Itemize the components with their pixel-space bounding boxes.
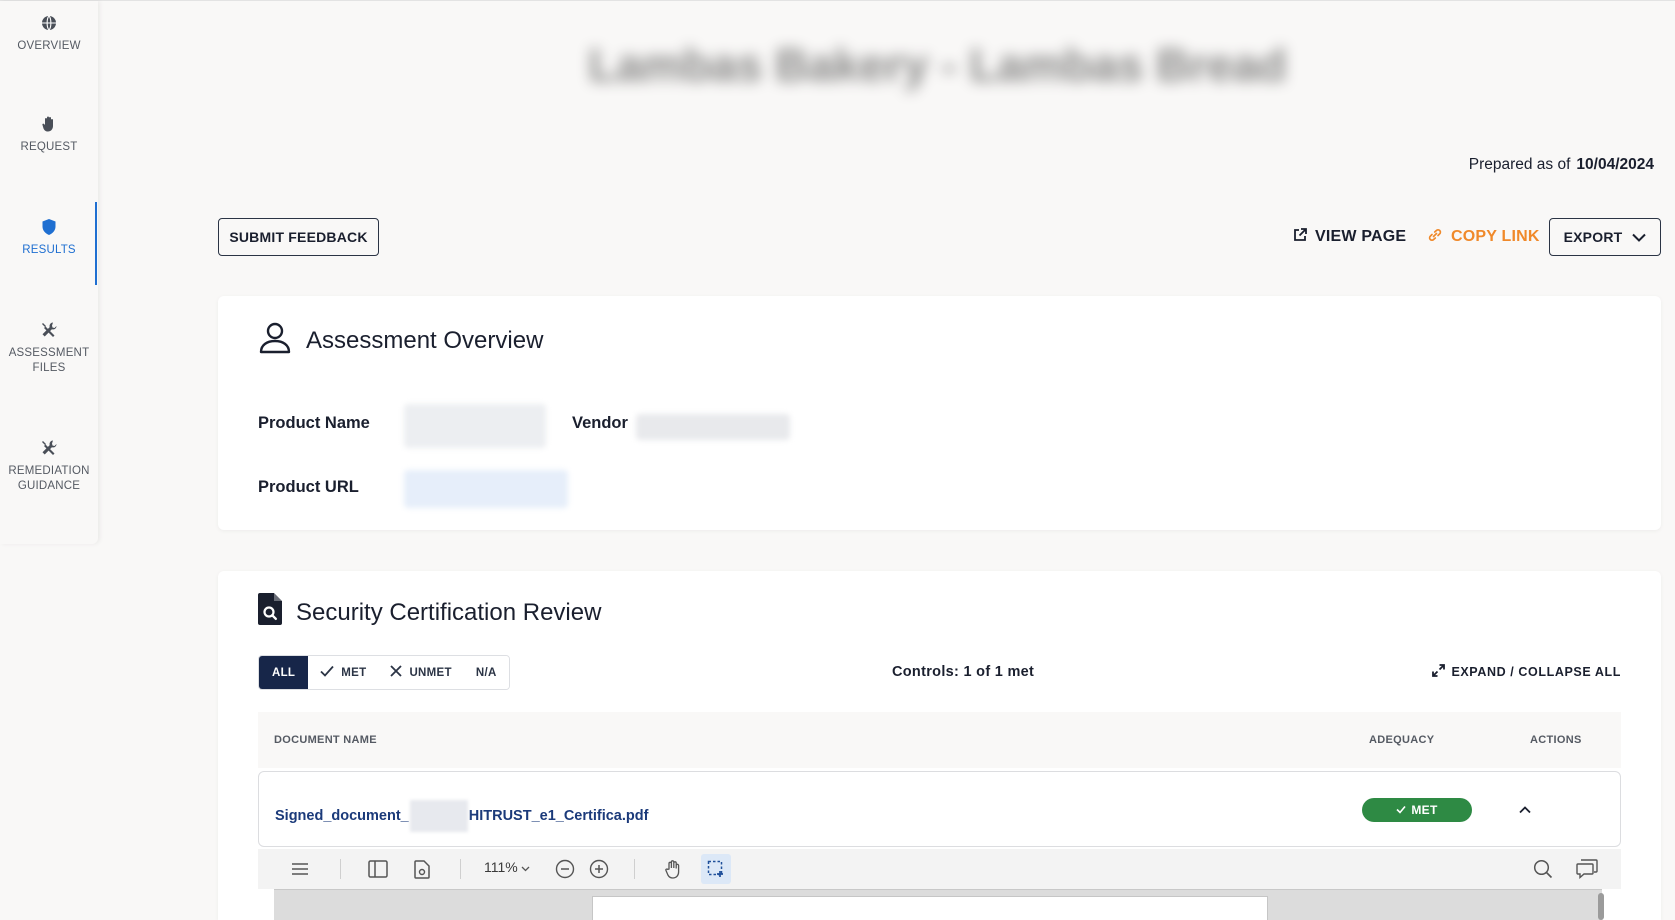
- column-adequacy: ADEQUACY: [1369, 734, 1435, 746]
- security-certification-review-card: Security Certification Review ALL MET UN…: [218, 571, 1661, 920]
- page-title-text: Lambas Bakery - Lambas Bread: [588, 39, 1287, 91]
- zoom-select[interactable]: 111%: [484, 859, 530, 875]
- close-icon: [390, 665, 403, 680]
- filter-unmet[interactable]: UNMET: [378, 656, 464, 689]
- filter-label: MET: [341, 666, 367, 679]
- status-badge: MET: [1362, 798, 1472, 822]
- sidebar-toggle-icon[interactable]: [367, 858, 389, 880]
- toolbar-divider: [340, 859, 341, 879]
- check-icon: [1396, 803, 1406, 817]
- security-certification-title: Security Certification Review: [296, 598, 602, 626]
- product-url-label: Product URL: [258, 478, 359, 496]
- sidebar-item-results[interactable]: RESULTS: [0, 217, 98, 258]
- prepared-date: Prepared as of 10/04/2024: [1469, 156, 1654, 174]
- vendor-label: Vendor: [572, 414, 628, 432]
- toolbar-divider: [460, 859, 461, 879]
- sidebar-item-label: REMEDIATION GUIDANCE: [8, 465, 90, 492]
- filter-na[interactable]: N/A: [463, 656, 509, 689]
- view-page-link[interactable]: VIEW PAGE: [1293, 226, 1406, 248]
- toolbar-divider: [634, 859, 635, 879]
- top-border: [0, 0, 1675, 1]
- tools-icon: [39, 320, 59, 340]
- table-row: Signed_document_ HITRUST_e1_Certifica.pd…: [258, 771, 1621, 847]
- check-icon: [320, 665, 334, 680]
- submit-feedback-button[interactable]: SUBMIT FEEDBACK: [218, 218, 379, 256]
- search-icon[interactable]: [1532, 858, 1554, 880]
- column-document-name: DOCUMENT NAME: [274, 734, 377, 746]
- pdf-page: [592, 896, 1268, 920]
- sidebar-item-remediation-guidance[interactable]: REMEDIATION GUIDANCE: [0, 438, 98, 494]
- external-link-icon: [1293, 227, 1307, 247]
- view-page-label: VIEW PAGE: [1315, 228, 1407, 245]
- sidebar-item-label: ASSESSMENT FILES: [8, 347, 90, 374]
- export-button[interactable]: EXPORT: [1549, 218, 1661, 256]
- expand-arrows-icon: [1432, 664, 1446, 680]
- document-name-redacted: [409, 800, 468, 832]
- zoom-level: 111%: [484, 859, 518, 875]
- pdf-scrollbar[interactable]: [1598, 893, 1604, 920]
- page-settings-icon[interactable]: [411, 858, 433, 880]
- assessment-overview-card: Assessment Overview Product Name Vendor …: [218, 296, 1661, 530]
- tools-icon: [39, 438, 59, 458]
- status-badge-label: MET: [1411, 803, 1438, 817]
- column-actions: ACTIONS: [1530, 734, 1582, 746]
- export-label: EXPORT: [1563, 229, 1623, 245]
- user-icon: [258, 320, 292, 361]
- chevron-down-icon: [1632, 229, 1647, 245]
- zoom-in-icon[interactable]: [588, 858, 610, 880]
- menu-icon[interactable]: [289, 858, 311, 880]
- zoom-out-icon[interactable]: [554, 858, 576, 880]
- prepared-label: Prepared as of: [1468, 156, 1571, 173]
- product-name-label: Product Name: [258, 414, 370, 432]
- pan-hand-icon[interactable]: [662, 858, 684, 880]
- product-name-value-redacted: [404, 404, 546, 448]
- sidebar: OVERVIEW REQUEST RESULTS ASSESSMENT FILE…: [0, 1, 98, 544]
- hand-icon: [39, 114, 59, 134]
- document-name-prefix: Signed_document_: [275, 808, 409, 824]
- pdf-viewer-toolbar: 111%: [258, 849, 1621, 889]
- shield-icon: [39, 217, 59, 237]
- sidebar-item-request[interactable]: REQUEST: [0, 114, 98, 155]
- filter-label: N/A: [475, 666, 497, 679]
- copy-link-label: COPY LINK: [1451, 228, 1540, 245]
- chevron-up-icon[interactable]: [1515, 800, 1535, 820]
- sidebar-item-assessment-files[interactable]: ASSESSMENT FILES: [0, 320, 98, 376]
- pdf-canvas[interactable]: [274, 889, 1602, 920]
- copy-link-button[interactable]: COPY LINK: [1427, 226, 1540, 248]
- prepared-date-value: 10/04/2024: [1576, 156, 1654, 173]
- documents-table-header: DOCUMENT NAME ADEQUACY ACTIONS: [258, 712, 1621, 768]
- document-link[interactable]: Signed_document_ HITRUST_e1_Certifica.pd…: [275, 800, 648, 832]
- document-search-icon: [258, 593, 282, 632]
- vendor-value-redacted: [636, 414, 790, 440]
- area-select-icon[interactable]: [701, 854, 731, 884]
- filter-met[interactable]: MET: [308, 656, 379, 689]
- page-title: Lambas Bakery - Lambas Bread: [555, 24, 1320, 106]
- sidebar-item-label: RESULTS: [22, 244, 76, 256]
- assessment-overview-title: Assessment Overview: [306, 326, 544, 354]
- assessment-overview-heading: Assessment Overview: [258, 320, 543, 361]
- comments-icon[interactable]: [1576, 858, 1598, 880]
- sidebar-item-overview[interactable]: OVERVIEW: [0, 13, 98, 54]
- expand-collapse-all-button[interactable]: EXPAND / COLLAPSE ALL: [1432, 664, 1621, 680]
- link-icon: [1427, 227, 1443, 248]
- sidebar-item-label: OVERVIEW: [17, 40, 81, 52]
- filter-all[interactable]: ALL: [259, 656, 309, 689]
- active-nav-indicator: [95, 202, 97, 285]
- sidebar-item-label: REQUEST: [20, 141, 78, 153]
- security-certification-heading: Security Certification Review: [258, 593, 601, 632]
- controls-count: Controls: 1 of 1 met: [892, 664, 1035, 680]
- expand-collapse-label: EXPAND / COLLAPSE ALL: [1451, 665, 1621, 679]
- adequacy-filter-group: ALL MET UNMET N/A: [258, 655, 510, 690]
- filter-label: UNMET: [409, 666, 452, 679]
- globe-icon: [39, 13, 59, 33]
- chevron-down-icon: [521, 859, 530, 875]
- document-name-suffix: HITRUST_e1_Certifica.pdf: [468, 808, 649, 824]
- filter-label: ALL: [272, 666, 296, 679]
- product-url-value-redacted[interactable]: [404, 470, 568, 508]
